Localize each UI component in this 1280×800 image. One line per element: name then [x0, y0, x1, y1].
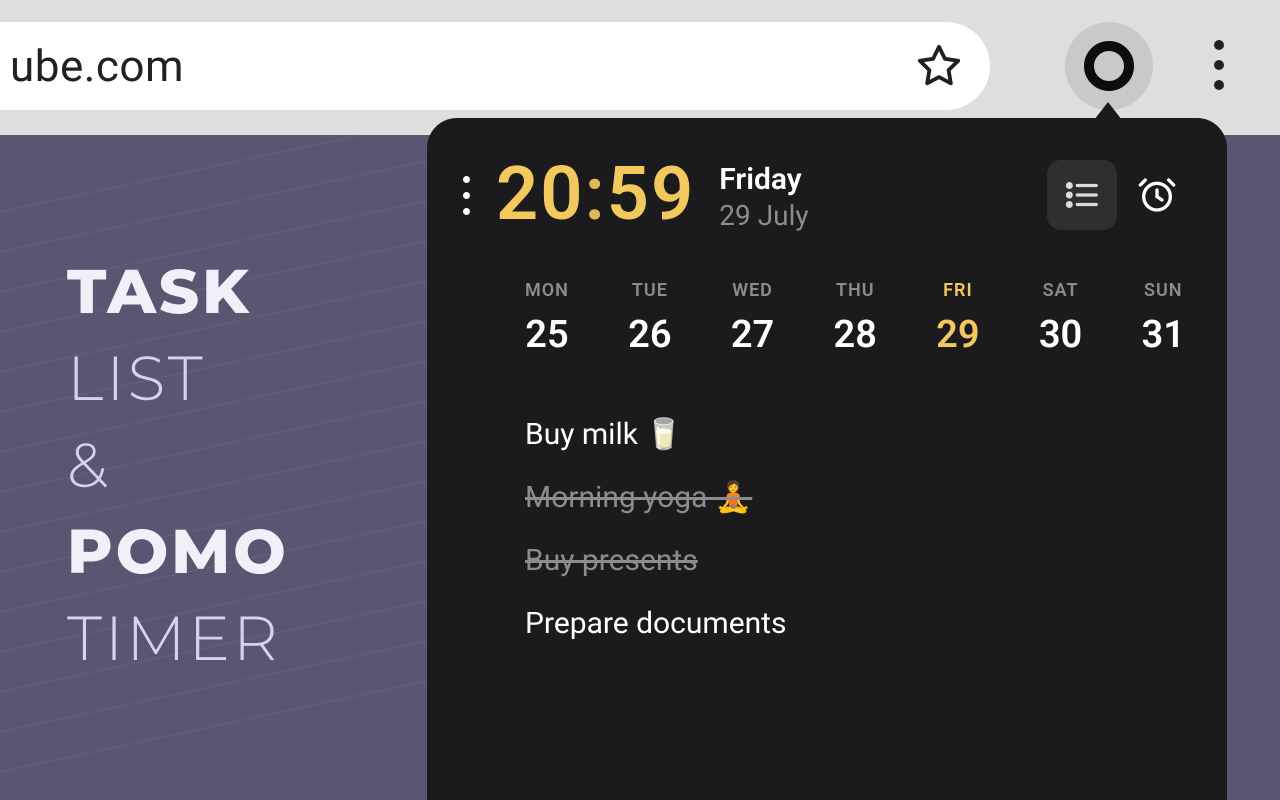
day-of-week-label: FRI: [943, 280, 973, 301]
day-cell-sun[interactable]: SUN 31: [1142, 280, 1185, 357]
day-of-week-label: WED: [732, 280, 773, 301]
url-text: ube.com: [10, 40, 184, 92]
day-cell-wed[interactable]: WED 27: [731, 280, 774, 357]
day-number: 28: [834, 313, 877, 357]
task-item[interactable]: Prepare documents: [525, 606, 1179, 641]
day-number: 26: [628, 313, 671, 357]
clock-hours: 20: [496, 151, 585, 238]
day-of-week-label: SUN: [1144, 280, 1183, 301]
day-of-week-label: THU: [836, 280, 875, 301]
promo-line-5: TIMER: [67, 595, 289, 682]
day-number: 27: [731, 313, 774, 357]
pomodoro-timer-button[interactable]: [1135, 173, 1179, 217]
bookmark-star-icon[interactable]: [914, 41, 964, 91]
popup-header: 20:59 Friday 29 July: [455, 158, 1179, 232]
list-icon: [1063, 176, 1101, 214]
day-of-week-label: MON: [525, 280, 569, 301]
promo-line-4: POMO: [67, 508, 289, 595]
day-cell-fri[interactable]: FRI 29: [936, 280, 979, 357]
task-item[interactable]: Buy milk 🥛: [525, 417, 1179, 452]
browser-menu-button[interactable]: [1214, 40, 1224, 90]
extension-logo-icon: [1084, 41, 1134, 91]
task-item[interactable]: Buy presents: [525, 543, 1179, 578]
day-cell-thu[interactable]: THU 28: [834, 280, 877, 357]
tasklist-toggle-button[interactable]: [1047, 160, 1117, 230]
popup-menu-button[interactable]: [455, 176, 478, 215]
day-of-week-label: SAT: [1043, 280, 1079, 301]
extension-button[interactable]: [1065, 22, 1153, 110]
day-cell-sat[interactable]: SAT 30: [1039, 280, 1082, 357]
week-strip: MON 25 TUE 26 WED 27 THU 28 FRI 29 SAT 30 SUN 31: [525, 280, 1185, 357]
day-of-week-label: TUE: [632, 280, 668, 301]
promo-line-3: &: [67, 422, 289, 509]
promo-heading: TASK LIST & POMO TIMER: [67, 248, 289, 682]
day-cell-mon[interactable]: MON 25: [525, 280, 569, 357]
day-number: 30: [1039, 313, 1082, 357]
date-label: 29 July: [719, 199, 808, 232]
alarm-clock-icon: [1137, 175, 1177, 215]
day-number: 31: [1142, 313, 1185, 357]
promo-line-2: LIST: [67, 335, 289, 422]
task-list: Buy milk 🥛 Morning yoga 🧘 Buy presents Prep…: [525, 417, 1179, 641]
day-number: 29: [936, 313, 979, 357]
extension-popup: 20:59 Friday 29 July: [427, 118, 1227, 800]
task-item[interactable]: Morning yoga 🧘: [525, 480, 1179, 515]
address-bar[interactable]: ube.com: [0, 22, 990, 110]
day-number: 25: [525, 313, 568, 357]
clock-display: 20:59: [496, 158, 695, 232]
browser-toolbar: ube.com: [0, 0, 1280, 135]
day-cell-tue[interactable]: TUE 26: [628, 280, 671, 357]
weekday-label: Friday: [719, 162, 808, 197]
date-block: Friday 29 July: [719, 162, 808, 232]
clock-minutes: 59: [607, 151, 696, 238]
promo-line-1: TASK: [67, 248, 289, 335]
